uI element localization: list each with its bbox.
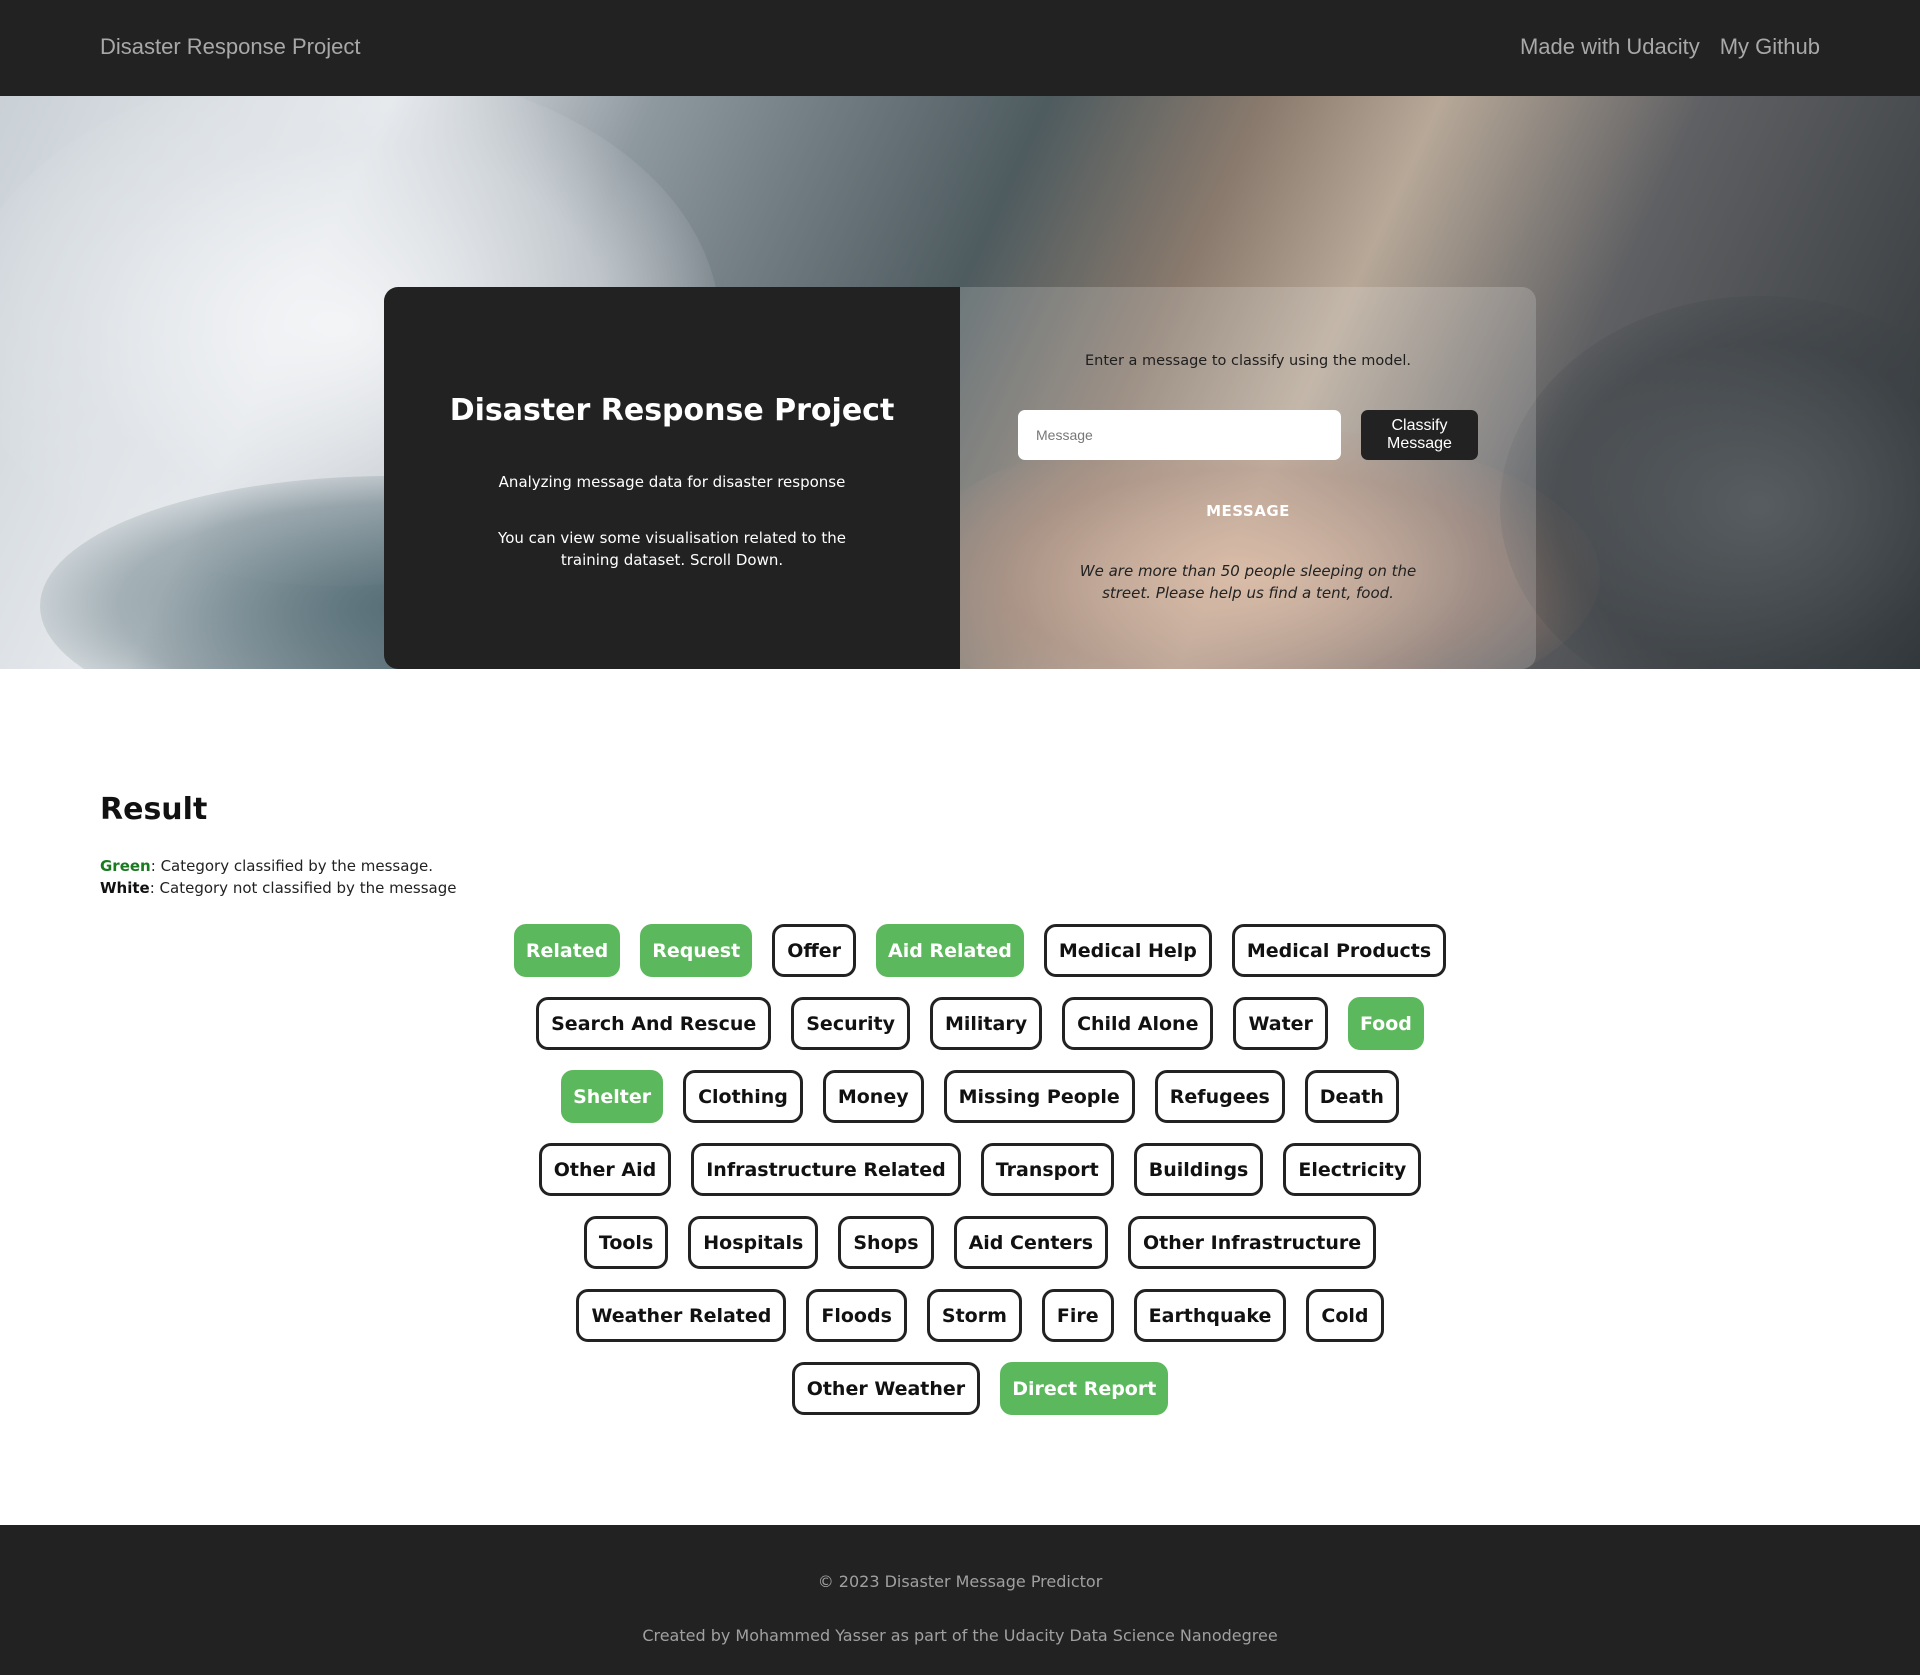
category-badge: Storm [926, 1289, 1022, 1342]
category-badge: Cold [1306, 1289, 1384, 1342]
category-badge: Other Aid [538, 1143, 672, 1196]
category-badge: Military [929, 997, 1043, 1050]
navbar-brand[interactable]: Disaster Response Project [100, 34, 360, 60]
category-row: Other Weather Direct Report [40, 1362, 1920, 1435]
result-legend: Green: Category classified by the messag… [100, 855, 457, 899]
legend-white-line: White: Category not classified by the me… [100, 877, 457, 899]
footer-credit: Created by Mohammed Yasser as part of th… [642, 1626, 1278, 1645]
legend-green-text: : Category classified by the message. [150, 857, 433, 875]
legend-white-word: White [100, 879, 150, 897]
category-badge: Weather Related [576, 1289, 787, 1342]
hero-note: You can view some visualisation related … [498, 529, 846, 569]
category-badge: Offer [772, 924, 856, 977]
classify-prompt: Enter a message to classify using the mo… [1085, 353, 1411, 369]
footer: © 2023 Disaster Message Predictor Create… [0, 1525, 1920, 1675]
legend-green-line: Green: Category classified by the messag… [100, 855, 457, 877]
hero-section: Disaster Response Project Analyzing mess… [0, 96, 1920, 669]
category-badge: Related [513, 924, 621, 977]
category-list: Related Request Offer Aid Related Medical He… [0, 924, 1920, 1435]
hero-title: Disaster Response Project [449, 393, 895, 428]
category-badge: Missing People [943, 1070, 1135, 1123]
category-row: Search And Rescue Security Military Child A… [40, 997, 1920, 1070]
category-badge: Death [1304, 1070, 1399, 1123]
message-input[interactable] [1018, 410, 1341, 460]
category-row: Other Aid Infrastructure Related Transport… [40, 1143, 1920, 1216]
category-badge: Aid Related [876, 924, 1024, 977]
footer-copyright: © 2023 Disaster Message Predictor [817, 1572, 1103, 1591]
category-badge: Aid Centers [953, 1216, 1108, 1269]
category-badge: Electricity [1283, 1143, 1422, 1196]
navbar-links: Made with Udacity My Github [1520, 34, 1820, 60]
category-badge: Hospitals [688, 1216, 819, 1269]
legend-white-text: : Category not classified by the message [149, 879, 457, 897]
message-text: We are more than 50 people sleeping on t… [1079, 562, 1417, 602]
navbar: Disaster Response Project Made with Udac… [0, 0, 1920, 96]
category-badge: Medical Help [1043, 924, 1212, 977]
category-row: Shelter Clothing Money Missing People Refuge… [40, 1070, 1920, 1143]
category-badge: Floods [806, 1289, 907, 1342]
category-badge: Other Infrastructure [1128, 1216, 1377, 1269]
category-badge: Shelter [561, 1070, 664, 1123]
classify-message-button[interactable]: Classify Message [1361, 410, 1478, 460]
category-badge: Infrastructure Related [691, 1143, 961, 1196]
classify-panel: Enter a message to classify using the mo… [960, 287, 1536, 669]
category-badge: Tools [583, 1216, 669, 1269]
category-badge: Request [640, 924, 753, 977]
category-row: Weather Related Floods Storm Fire Earthquake… [40, 1289, 1920, 1362]
message-heading: MESSAGE [1206, 502, 1290, 520]
hero-background-sleeve [1500, 296, 1920, 669]
category-badge: Search And Rescue [536, 997, 772, 1050]
result-title: Result [100, 792, 208, 827]
hero-subtitle: Analyzing message data for disaster resp… [498, 473, 846, 491]
category-badge: Child Alone [1062, 997, 1214, 1050]
category-badge: Fire [1041, 1289, 1114, 1342]
nav-link-udacity[interactable]: Made with Udacity [1520, 34, 1700, 60]
category-badge: Shops [838, 1216, 934, 1269]
category-badge: Buildings [1133, 1143, 1264, 1196]
category-badge: Money [822, 1070, 924, 1123]
category-badge: Medical Products [1231, 924, 1447, 977]
category-row: Tools Hospitals Shops Aid Centers Other Infr… [40, 1216, 1920, 1289]
hero-intro-panel: Disaster Response Project Analyzing mess… [384, 287, 960, 669]
category-badge: Refugees [1154, 1070, 1285, 1123]
legend-green-word: Green [100, 857, 151, 875]
category-badge: Direct Report [1000, 1362, 1169, 1415]
category-badge: Transport [980, 1143, 1114, 1196]
category-badge: Clothing [683, 1070, 803, 1123]
category-row: Related Request Offer Aid Related Medical He… [40, 924, 1920, 997]
category-badge: Food [1347, 997, 1424, 1050]
category-badge: Other Weather [791, 1362, 981, 1415]
category-badge: Earthquake [1133, 1289, 1287, 1342]
category-badge: Water [1233, 997, 1328, 1050]
category-badge: Security [791, 997, 910, 1050]
nav-link-github[interactable]: My Github [1720, 34, 1820, 60]
